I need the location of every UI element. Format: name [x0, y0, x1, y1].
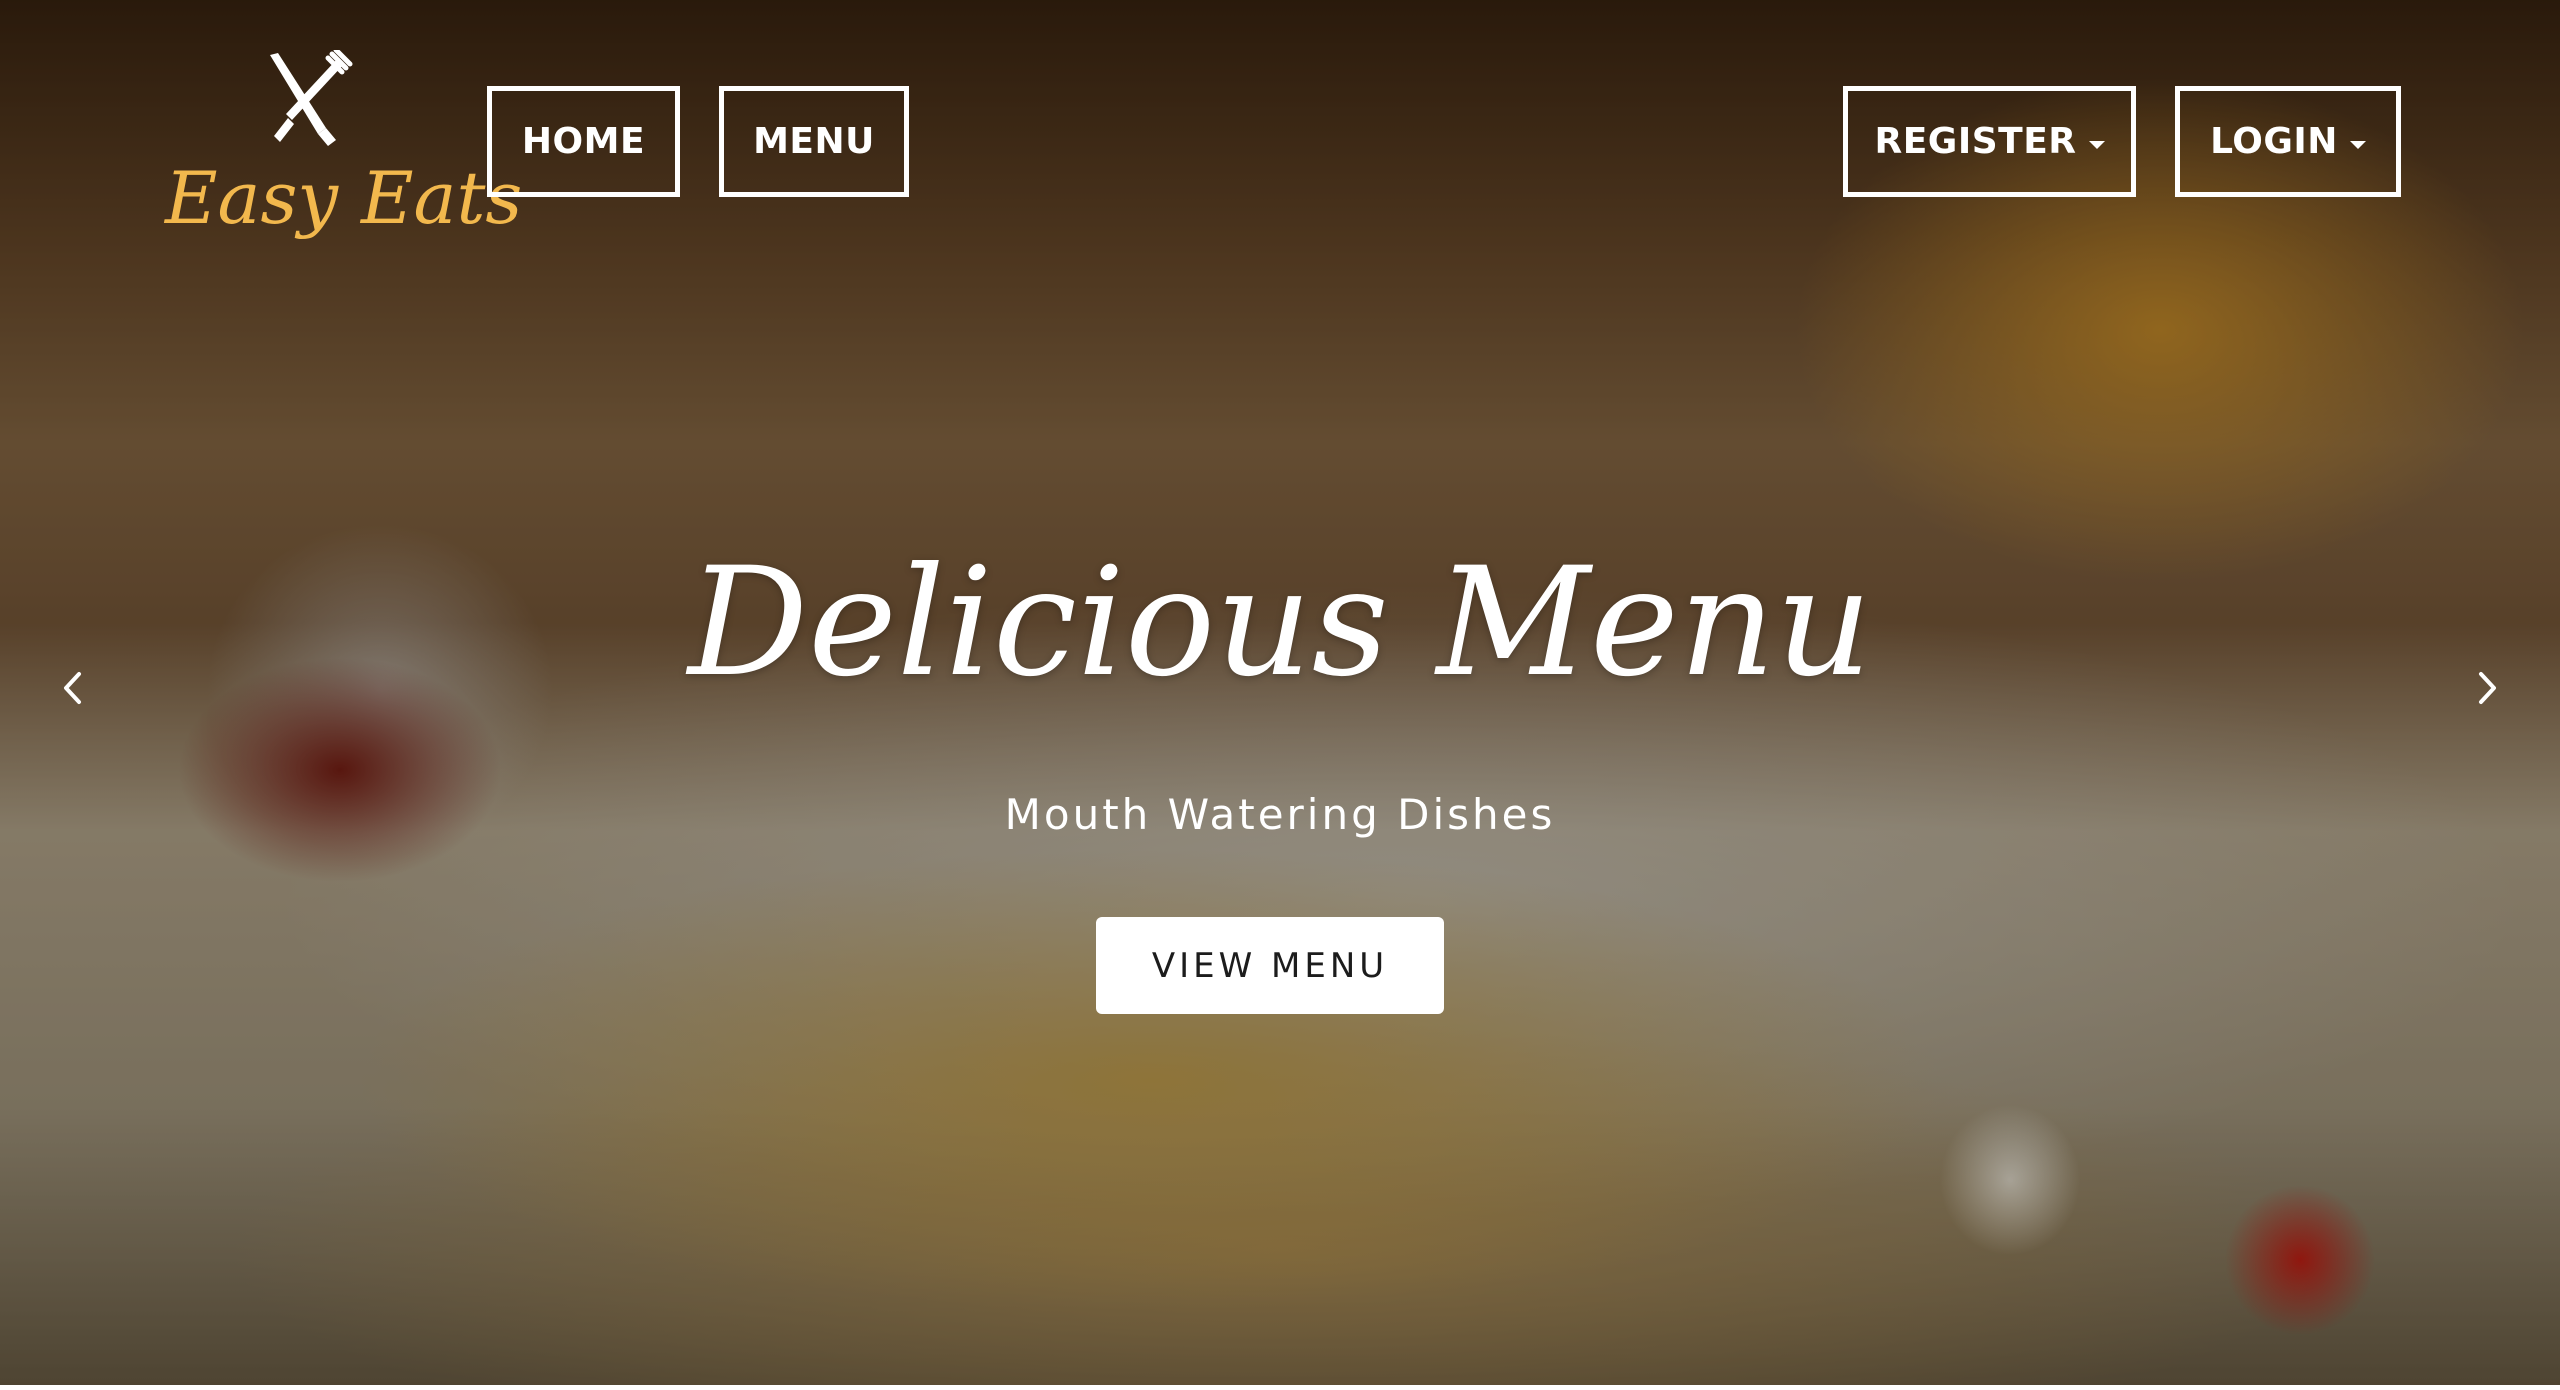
- carousel-prev-button[interactable]: [52, 662, 92, 714]
- brand-name: Easy Eats: [165, 156, 523, 240]
- fork-knife-icon: [270, 50, 353, 146]
- brand-logo[interactable]: Easy Eats: [160, 50, 522, 234]
- hero-title: Delicious Menu: [687, 536, 1873, 710]
- register-button-label: REGISTER: [1874, 121, 2077, 162]
- caret-down-icon: [2088, 140, 2105, 149]
- login-button-label: LOGIN: [2210, 121, 2338, 162]
- chevron-right-icon: [2479, 672, 2496, 704]
- menu-button-label: MENU: [753, 121, 875, 162]
- home-button[interactable]: HOME: [487, 86, 680, 197]
- home-button-label: HOME: [521, 121, 646, 162]
- register-dropdown-button[interactable]: REGISTER: [1843, 86, 2136, 197]
- chevron-left-icon: [64, 672, 81, 704]
- view-menu-button[interactable]: VIEW MENU: [1096, 917, 1444, 1014]
- hero-subtitle: Mouth Watering Dishes: [1004, 790, 1556, 839]
- caret-down-icon: [2349, 140, 2366, 149]
- carousel-next-button[interactable]: [2468, 662, 2508, 714]
- login-dropdown-button[interactable]: LOGIN: [2175, 86, 2401, 197]
- menu-button[interactable]: MENU: [719, 86, 909, 197]
- hero-carousel: Easy Eats HOME MENU REGISTER LOGIN Delic…: [0, 0, 2560, 1385]
